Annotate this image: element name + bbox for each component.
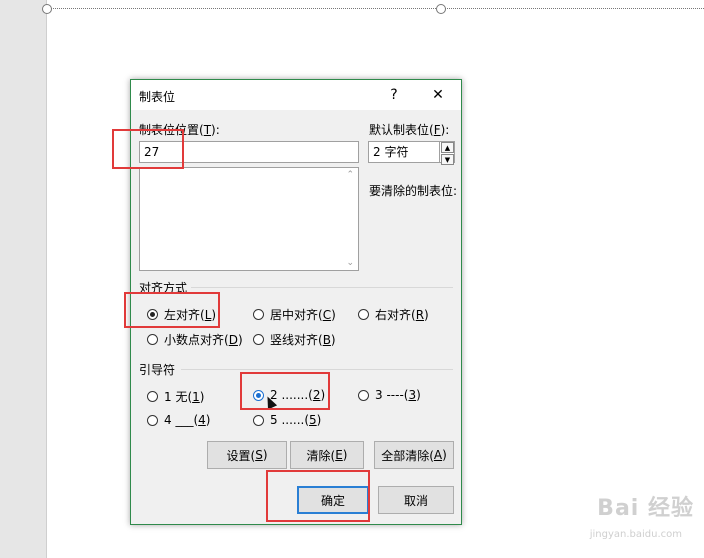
dialog-title: 制表位 bbox=[139, 90, 176, 104]
leader-none-radio[interactable]: 1 无(1) bbox=[147, 388, 204, 405]
set-button[interactable]: 设置(S) bbox=[207, 441, 287, 469]
align-bar-radio[interactable]: 竖线对齐(B) bbox=[253, 331, 336, 348]
highlight-box-tab-position bbox=[112, 129, 184, 169]
leader-middots-radio[interactable]: 5 ......(5) bbox=[253, 413, 321, 427]
to-clear-label: 要清除的制表位: bbox=[369, 184, 458, 198]
align-center-radio[interactable]: 居中对齐(C) bbox=[253, 306, 336, 323]
leader-dashes-radio[interactable]: 3 ----(3) bbox=[358, 388, 421, 402]
default-tab-label: 默认制表位(F): bbox=[369, 123, 450, 137]
scroll-up-icon[interactable]: ⌃ bbox=[346, 170, 354, 180]
document-margin-strip bbox=[0, 0, 47, 558]
default-tab-input[interactable]: 2 字符 ▲ ▼ bbox=[368, 141, 455, 165]
resize-handle-middle[interactable] bbox=[436, 4, 446, 14]
leader-underline-radio[interactable]: 4 ___(4) bbox=[147, 413, 210, 427]
align-right-radio[interactable]: 右对齐(R) bbox=[358, 306, 429, 323]
highlight-box-ok bbox=[266, 470, 370, 522]
close-button[interactable]: ✕ bbox=[423, 82, 453, 108]
radio-icon bbox=[253, 309, 264, 320]
dialog-titlebar: 制表位 ? ✕ bbox=[131, 80, 461, 110]
radio-icon bbox=[253, 414, 264, 426]
radio-icon bbox=[147, 414, 158, 426]
baidu-watermark-url: jingyan.baidu.com bbox=[589, 529, 682, 540]
highlight-box-left-align bbox=[124, 292, 220, 328]
radio-icon bbox=[358, 309, 369, 320]
resize-handle-left[interactable] bbox=[42, 4, 52, 14]
radio-icon bbox=[358, 389, 369, 401]
page-boundary-line bbox=[46, 8, 704, 9]
leader-group-label: 引导符 bbox=[139, 363, 176, 377]
radio-icon bbox=[147, 334, 158, 345]
baidu-watermark-logo: Bai 经验 bbox=[597, 496, 694, 521]
radio-icon bbox=[147, 391, 158, 402]
scroll-down-icon[interactable]: ⌄ bbox=[346, 258, 354, 268]
clear-button[interactable]: 清除(E) bbox=[290, 441, 364, 469]
align-decimal-radio[interactable]: 小数点对齐(D) bbox=[147, 331, 243, 348]
spin-down-icon[interactable]: ▼ bbox=[441, 154, 454, 165]
leader-divider bbox=[181, 369, 453, 370]
cancel-button[interactable]: 取消 bbox=[378, 486, 454, 514]
alignment-divider bbox=[191, 287, 453, 288]
tab-position-list[interactable]: ⌃ ⌄ bbox=[139, 167, 359, 271]
clear-all-button[interactable]: 全部清除(A) bbox=[374, 441, 454, 469]
default-tab-spinner[interactable]: ▲ ▼ bbox=[439, 142, 454, 165]
close-icon: ✕ bbox=[432, 87, 444, 103]
help-button[interactable]: ? bbox=[379, 82, 409, 108]
radio-icon bbox=[253, 334, 264, 345]
highlight-box-leader bbox=[240, 372, 330, 410]
default-tab-value: 2 字符 bbox=[373, 145, 409, 159]
